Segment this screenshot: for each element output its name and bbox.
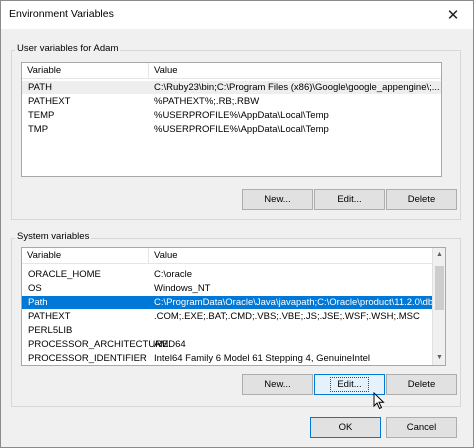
environment-variables-dialog: Environment Variables ✕ User variables f… <box>0 0 474 448</box>
variable-name: PERL5LIB <box>28 325 73 336</box>
system-row-perl5lib[interactable]: PERL5LIB <box>22 324 433 337</box>
system-row-processor-architecture[interactable]: PROCESSOR_ARCHITECTURE AMD64 <box>22 338 433 351</box>
window-title: Environment Variables <box>9 8 114 20</box>
variable-name: TEMP <box>28 110 55 121</box>
scrollbar-thumb[interactable] <box>435 266 444 310</box>
system-column-variable[interactable]: Variable <box>22 248 148 264</box>
system-row-os[interactable]: OS Windows_NT <box>22 282 433 295</box>
variable-name: PROCESSOR_ARCHITECTURE <box>28 339 169 350</box>
system-row-path[interactable]: Path C:\ProgramData\Oracle\Java\javapath… <box>22 296 441 309</box>
user-row-temp[interactable]: TEMP %USERPROFILE%\AppData\Local\Temp <box>22 109 441 122</box>
variable-name: PROCESSOR_IDENTIFIER <box>28 353 147 364</box>
user-delete-button[interactable]: Delete <box>386 189 457 210</box>
user-column-value[interactable]: Value <box>148 63 441 79</box>
user-variables-list[interactable]: Variable Value PATH C:\Ruby23\bin;C:\Pro… <box>21 62 442 177</box>
scroll-down-icon[interactable]: ▼ <box>433 351 445 365</box>
user-new-button[interactable]: New... <box>242 189 313 210</box>
user-edit-button[interactable]: Edit... <box>314 189 385 210</box>
variable-name: Path <box>28 297 48 308</box>
close-icon[interactable]: ✕ <box>433 1 473 29</box>
user-row-tmp[interactable]: TMP %USERPROFILE%\AppData\Local\Temp <box>22 123 441 136</box>
system-delete-button[interactable]: Delete <box>386 374 457 395</box>
variable-value: C:\oracle <box>154 269 193 280</box>
user-variables-label: User variables for Adam <box>15 43 121 54</box>
system-row-oracle-home[interactable]: ORACLE_HOME C:\oracle <box>22 268 433 281</box>
user-row-path[interactable]: PATH C:\Ruby23\bin;C:\Program Files (x86… <box>22 81 441 94</box>
system-edit-label: Edit... <box>330 377 369 392</box>
variable-value: .COM;.EXE;.BAT;.CMD;.VBS;.VBE;.JS;.JSE;.… <box>154 311 420 322</box>
variable-value: C:\ProgramData\Oracle\Java\javapath;C:\O… <box>154 297 442 308</box>
system-variables-list[interactable]: Variable Value ORACLE_HOME C:\oracle OS … <box>21 247 446 366</box>
variable-name: TMP <box>28 124 49 135</box>
variable-value: %USERPROFILE%\AppData\Local\Temp <box>154 124 329 135</box>
cancel-button[interactable]: Cancel <box>386 417 457 438</box>
variable-value: %USERPROFILE%\AppData\Local\Temp <box>154 110 329 121</box>
system-list-scrollbar[interactable]: ▲ ▼ <box>432 248 445 365</box>
system-row-pathext[interactable]: PATHEXT .COM;.EXE;.BAT;.CMD;.VBS;.VBE;.J… <box>22 310 433 323</box>
system-row-processor-identifier[interactable]: PROCESSOR_IDENTIFIER Intel64 Family 6 Mo… <box>22 352 433 365</box>
variable-value: AMD64 <box>154 339 186 350</box>
variable-value: %PATHEXT%;.RB;.RBW <box>154 96 260 107</box>
system-new-button[interactable]: New... <box>242 374 313 395</box>
variable-name: ORACLE_HOME <box>28 269 101 280</box>
system-variables-label: System variables <box>15 231 92 242</box>
variable-value: C:\Ruby23\bin;C:\Program Files (x86)\Goo… <box>154 82 440 93</box>
user-column-variable[interactable]: Variable <box>22 63 148 79</box>
system-column-value[interactable]: Value <box>148 248 433 264</box>
mouse-pointer-icon <box>373 392 385 410</box>
variable-name: PATHEXT <box>28 311 71 322</box>
title-bar[interactable]: Environment Variables ✕ <box>1 1 473 29</box>
user-list-header: Variable Value <box>22 63 441 79</box>
variable-name: PATHEXT <box>28 96 71 107</box>
system-list-header: Variable Value <box>22 248 445 264</box>
variable-name: PATH <box>28 82 52 93</box>
variable-value: Windows_NT <box>154 283 211 294</box>
user-row-pathext[interactable]: PATHEXT %PATHEXT%;.RB;.RBW <box>22 95 441 108</box>
variable-value: Intel64 Family 6 Model 61 Stepping 4, Ge… <box>154 353 370 364</box>
ok-button[interactable]: OK <box>310 417 381 438</box>
variable-name: OS <box>28 283 42 294</box>
scroll-up-icon[interactable]: ▲ <box>433 248 445 262</box>
